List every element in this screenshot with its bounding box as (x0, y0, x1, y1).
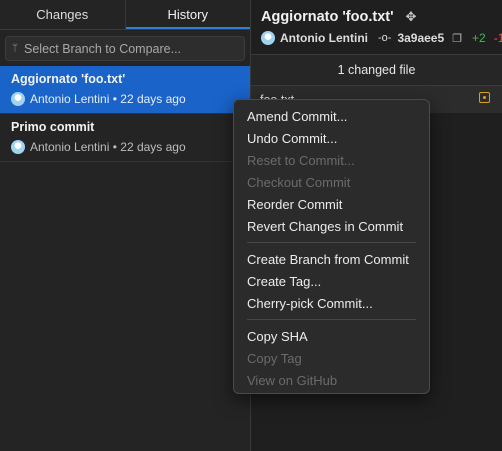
changed-files-count: 1 changed file (251, 55, 502, 86)
commit-summary-title: Aggiornato 'foo.txt' (261, 9, 394, 25)
menu-item-checkout-commit: Checkout Commit (247, 174, 351, 190)
commit-list-item[interactable]: Aggiornato 'foo.txt' Antonio Lentini • 2… (0, 66, 250, 114)
commit-author-date: Antonio Lentini • 22 days ago (30, 140, 186, 154)
menu-item-create-tag[interactable]: Create Tag... (234, 270, 429, 292)
branch-icon: ᛘ (12, 43, 18, 54)
copy-icon[interactable]: ❐ (452, 32, 462, 45)
menu-item-create-branch[interactable]: Create Branch from Commit (234, 248, 429, 270)
modified-file-icon (479, 92, 490, 103)
menu-item-revert-changes[interactable]: Revert Changes in Commit (234, 215, 429, 237)
commit-summary: Aggiornato 'foo.txt' ✥ (261, 9, 502, 25)
menu-separator (247, 319, 416, 320)
commit-author-date: Antonio Lentini • 22 days ago (30, 92, 186, 106)
avatar (261, 31, 275, 45)
commit-sha: 3a9aeе5 (397, 31, 445, 45)
sidebar: Changes History ᛘ Select Branch to Compa… (0, 0, 251, 451)
avatar (11, 92, 25, 106)
menu-item-undo-commit[interactable]: Undo Commit... (234, 127, 429, 149)
commit-context-menu: Amend Commit... Undo Commit... Reset to … (233, 99, 430, 394)
commit-author: Antonio Lentini (280, 31, 368, 45)
menu-item-cherry-pick[interactable]: Cherry-pick Commit... (234, 292, 429, 314)
menu-item-amend-commit[interactable]: Amend Commit... (234, 105, 429, 127)
menu-item-view-on-github: View on GitHub (247, 372, 338, 388)
commit-meta: Antonio Lentini • 22 days ago (11, 92, 240, 106)
additions-count: +2 (472, 31, 486, 45)
branch-compare-placeholder: Select Branch to Compare... (24, 41, 182, 56)
commit-title: Aggiornato 'foo.txt' (11, 72, 126, 86)
menu-item-reset-to-commit: Reset to Commit... (247, 152, 355, 168)
commit-icon: -o- (377, 32, 392, 44)
branch-compare-input[interactable]: ᛘ Select Branch to Compare... (5, 36, 245, 61)
tab-changes[interactable]: Changes (0, 0, 126, 29)
commit-list-item[interactable]: Primo commit Antonio Lentini • 22 days a… (0, 114, 250, 162)
menu-item-copy-sha[interactable]: Copy SHA (234, 325, 429, 347)
avatar (11, 140, 25, 154)
tab-history[interactable]: History (126, 0, 251, 29)
commit-title: Primo commit (11, 120, 95, 134)
menu-item-copy-tag: Copy Tag (247, 350, 302, 366)
menu-separator (247, 242, 416, 243)
commit-meta: Antonio Lentini • 22 days ago (11, 140, 240, 154)
deletions-count: -1 (493, 31, 502, 45)
sidebar-tabs: Changes History (0, 0, 250, 30)
commit-header: Aggiornato 'foo.txt' ✥ Antonio Lentini -… (251, 0, 502, 55)
move-icon[interactable]: ✥ (406, 9, 417, 25)
menu-item-reorder-commit[interactable]: Reorder Commit (234, 193, 429, 215)
commit-header-meta: Antonio Lentini -o- 3a9aeе5 ❐ +2 -1 (261, 31, 502, 45)
